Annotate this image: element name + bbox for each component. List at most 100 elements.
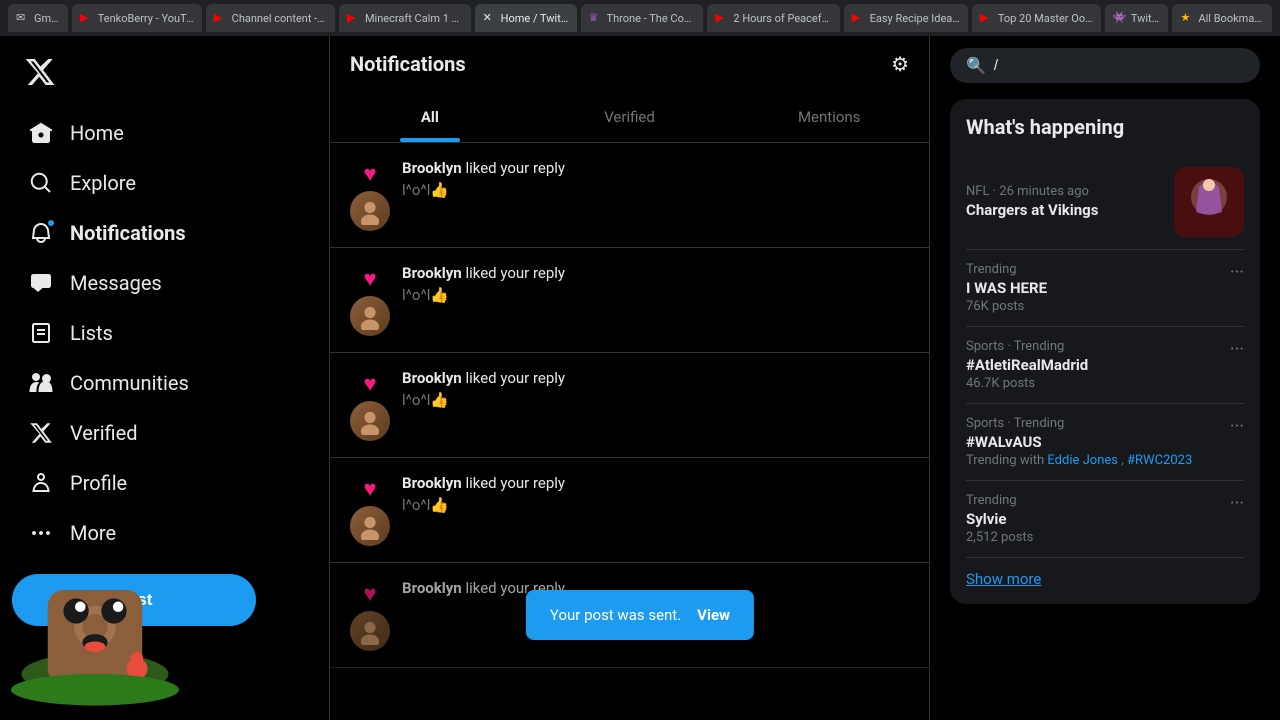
tab-channel[interactable]: ▶ Channel content - Y... — [206, 4, 335, 32]
tab-twitch-label: Twitch — [1131, 12, 1161, 25]
avatar-image — [356, 197, 384, 225]
notification-item[interactable]: ♥ Brooklyn liked your reply l^o^l👍 — [330, 458, 929, 563]
sidebar-item-profile-label: Profile — [70, 471, 127, 495]
eddie-jones-link[interactable]: Eddie Jones — [1047, 453, 1118, 468]
mascot-decoration — [0, 506, 200, 720]
avatar-image — [356, 407, 384, 435]
tab-twitch[interactable]: 👾 Twitch — [1105, 4, 1169, 32]
sidebar: Home Explore Notifications Messages — [0, 36, 330, 720]
rwc2023-link[interactable]: #RWC2023 — [1127, 453, 1192, 468]
trend-more-button-4[interactable]: ··· — [1230, 493, 1244, 514]
tab-minecraft-label: Minecraft Calm 1 M... — [365, 12, 463, 25]
2h-favicon: ▶ — [715, 11, 729, 25]
notification-reply-text: l^o^l👍 — [402, 496, 909, 514]
notif-left-col: ♥ — [350, 474, 390, 546]
avatar — [350, 296, 390, 336]
sidebar-item-home[interactable]: Home — [12, 108, 317, 158]
nfl-trend-image — [1174, 167, 1244, 237]
settings-icon[interactable]: ⚙ — [891, 52, 909, 76]
x-logo[interactable] — [12, 44, 317, 104]
communities-icon — [28, 370, 54, 396]
trend-posts-4: 2,512 posts — [966, 530, 1033, 545]
notification-text: Brooklyn liked your reply — [402, 474, 909, 492]
trend-posts-2: 46.7K posts — [966, 376, 1088, 391]
sidebar-item-profile[interactable]: Profile — [12, 458, 317, 508]
tab-twitter-label: Home / Twitter — [501, 12, 569, 25]
twitch-favicon: 👾 — [1113, 11, 1127, 25]
trend-meta-1: Trending — [966, 262, 1047, 277]
search-bar[interactable]: 🔍 — [950, 48, 1260, 83]
trend-name-2: #AtletiRealMadrid — [966, 356, 1088, 374]
messages-icon — [28, 270, 54, 296]
trend-more-button-2[interactable]: ··· — [1230, 339, 1244, 360]
trend-item-3[interactable]: Sports · Trending #WALvAUS Trending with… — [966, 404, 1244, 481]
heart-icon: ♥ — [363, 476, 376, 502]
avatar-image — [356, 302, 384, 330]
avatar — [350, 401, 390, 441]
filter-tabs: All Verified Mentions — [330, 92, 929, 143]
trend-more-button-1[interactable]: ··· — [1230, 262, 1244, 283]
mc-favicon: ▶ — [347, 11, 361, 25]
trend-item-1[interactable]: Trending I WAS HERE 76K posts ··· — [966, 250, 1244, 327]
notification-action: liked your reply — [465, 474, 565, 492]
tab-2hours[interactable]: ▶ 2 Hours of Peaceful... — [707, 4, 839, 32]
home-icon — [28, 120, 54, 146]
notification-item[interactable]: ♥ Brooklyn liked your reply l^o^l👍 — [330, 353, 929, 458]
notification-user: Brooklyn — [402, 159, 462, 177]
trend-header-4: Trending Sylvie 2,512 posts ··· — [966, 493, 1244, 545]
trend-item-2[interactable]: Sports · Trending #AtletiRealMadrid 46.7… — [966, 327, 1244, 404]
notification-user: Brooklyn — [402, 474, 462, 492]
notif-left-col: ♥ — [350, 159, 390, 231]
lists-icon — [28, 320, 54, 346]
recipe-favicon: ▶ — [852, 11, 866, 25]
tab-recipe[interactable]: ▶ Easy Recipe Ideas... — [844, 4, 968, 32]
tab-gmail-label: Gmail — [34, 12, 60, 25]
sidebar-item-notifications[interactable]: Notifications — [12, 208, 317, 258]
whats-happening-title: What's happening — [966, 115, 1244, 139]
trend-item-4[interactable]: Trending Sylvie 2,512 posts ··· — [966, 481, 1244, 558]
search-input[interactable] — [994, 57, 1244, 74]
show-more-link[interactable]: Show more — [966, 558, 1244, 588]
sidebar-item-explore[interactable]: Explore — [12, 158, 317, 208]
tab-throne-label: Throne - The Com... — [607, 12, 696, 25]
trend-more-button-3[interactable]: ··· — [1230, 416, 1244, 437]
tab-gmail[interactable]: ✉ Gmail — [8, 4, 68, 32]
notification-item[interactable]: ♥ Brooklyn liked your reply l^o^l👍 — [330, 143, 929, 248]
sidebar-item-verified-label: Verified — [70, 421, 138, 445]
trend-info-4: Trending Sylvie 2,512 posts — [966, 493, 1033, 545]
tab-mentions[interactable]: Mentions — [729, 92, 929, 142]
tab-bookmarks[interactable]: ★ All Bookmarks — [1172, 4, 1272, 32]
tab-verified[interactable]: Verified — [530, 92, 730, 142]
avatar — [350, 506, 390, 546]
post-sent-toast: Your post was sent. View — [526, 590, 754, 640]
tab-top20[interactable]: ▶ Top 20 Master Oog... — [972, 4, 1101, 32]
trend-item-nfl[interactable]: NFL · 26 minutes ago Chargers at Vikings — [966, 155, 1244, 250]
notification-content: Brooklyn liked your reply l^o^l👍 — [402, 474, 909, 546]
tab-tenkberry[interactable]: ▶ TenkoBerry - YouTu... — [72, 4, 202, 32]
sidebar-item-messages[interactable]: Messages — [12, 258, 317, 308]
verified-icon — [28, 420, 54, 446]
trend-meta-3: Sports · Trending — [966, 416, 1192, 431]
explore-icon — [28, 170, 54, 196]
nfl-trend-row: NFL · 26 minutes ago Chargers at Vikings — [966, 167, 1244, 237]
notification-action: liked your reply — [465, 159, 565, 177]
tab-2hours-label: 2 Hours of Peaceful... — [733, 12, 831, 25]
browser-bar: ✉ Gmail ▶ TenkoBerry - YouTu... ▶ Channe… — [0, 0, 1280, 36]
notif-left-col: ♥ — [350, 264, 390, 336]
toast-view-link[interactable]: View — [697, 606, 730, 624]
tab-twitter[interactable]: ✕ Home / Twitter — [475, 4, 577, 32]
tab-all[interactable]: All — [330, 92, 530, 142]
toast-message: Your post was sent. — [550, 606, 681, 624]
trend-info-2: Sports · Trending #AtletiRealMadrid 46.7… — [966, 339, 1088, 391]
sidebar-item-communities[interactable]: Communities — [12, 358, 317, 408]
notification-content: Brooklyn liked your reply l^o^l👍 — [402, 264, 909, 336]
tab-tenkberry-label: TenkoBerry - YouTu... — [98, 12, 194, 25]
sidebar-item-lists[interactable]: Lists — [12, 308, 317, 358]
search-icon: 🔍 — [966, 56, 986, 75]
notif-left-col: ♥ — [350, 369, 390, 441]
tab-throne[interactable]: ♛ Throne - The Com... — [581, 4, 704, 32]
notification-item[interactable]: ♥ Brooklyn liked your reply l^o^l👍 — [330, 248, 929, 353]
tab-minecraft[interactable]: ▶ Minecraft Calm 1 M... — [339, 4, 471, 32]
sidebar-item-verified[interactable]: Verified — [12, 408, 317, 458]
notification-badge-dot — [46, 218, 56, 228]
